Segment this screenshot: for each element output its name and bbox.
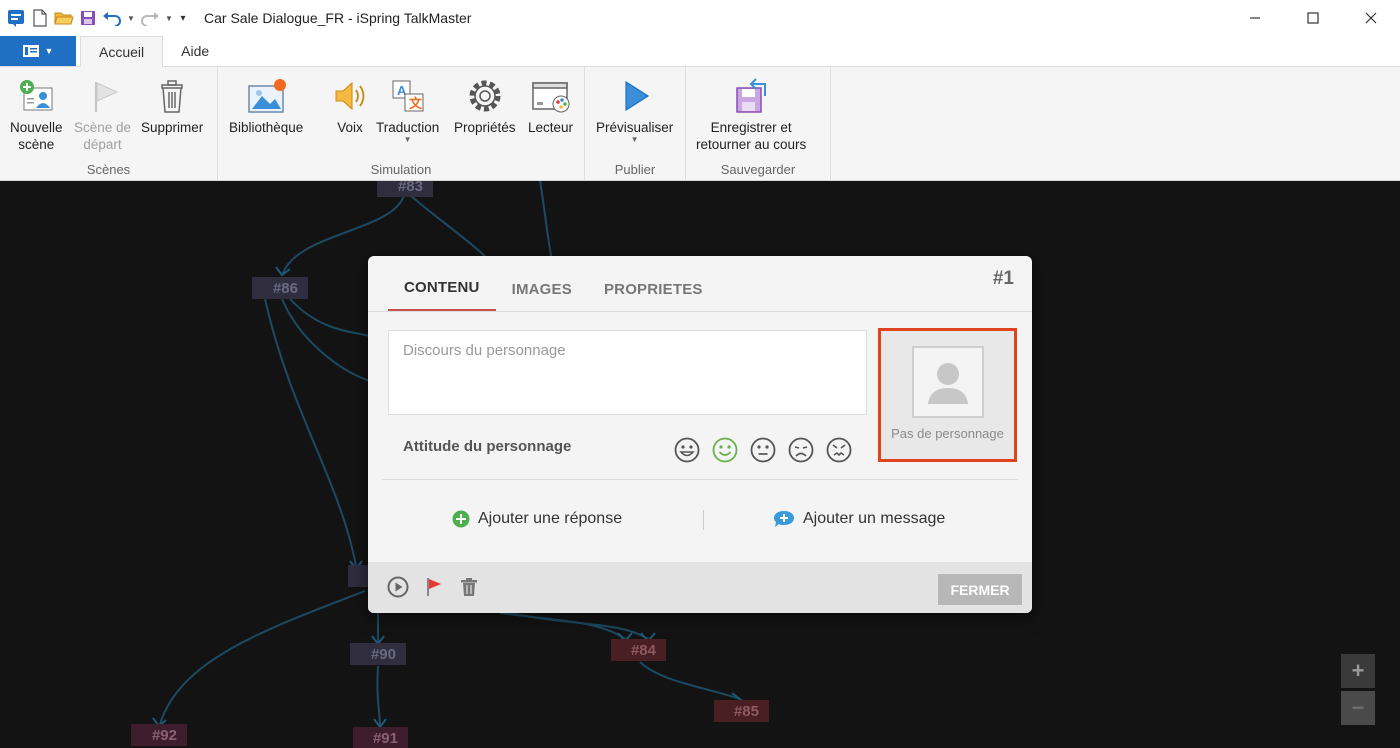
file-menu-icon <box>22 45 39 57</box>
new-scene-button[interactable]: Nouvelle scène <box>10 73 63 153</box>
gear-icon <box>463 73 507 119</box>
chevron-down-icon: ▼ <box>403 135 412 144</box>
tab-aide[interactable]: Aide <box>163 36 227 66</box>
message-bubble-icon <box>774 511 794 527</box>
add-response-button[interactable]: Ajouter une réponse <box>452 510 622 528</box>
angry-emotion-icon[interactable] <box>825 436 853 464</box>
close-icon[interactable] <box>1342 0 1400 36</box>
connection-line <box>509 612 649 640</box>
scene-node[interactable]: #90 <box>350 643 406 665</box>
save-return-button[interactable]: Enregistrer et retourner au cours <box>696 73 806 153</box>
customize-icon[interactable]: ▾ <box>178 13 188 24</box>
play-circle-icon[interactable] <box>387 576 409 598</box>
ribbon: Nouvelle scène Scène de départ Supprimer… <box>0 67 1400 181</box>
scene-node[interactable]: #85 <box>714 700 769 722</box>
redo-icon <box>140 8 160 28</box>
add-message-button[interactable]: Ajouter un message <box>773 510 945 528</box>
start-scene-button: Scène de départ <box>74 73 131 153</box>
group-save: Enregistrer et retourner au cours Sauveg… <box>686 67 831 181</box>
divider <box>368 311 1032 312</box>
app-icon[interactable] <box>6 8 26 28</box>
ribbon-tab-row: ▼ Accueil Aide <box>0 36 1400 67</box>
connection-line <box>404 190 491 262</box>
connection-line <box>159 590 366 725</box>
trash-icon[interactable] <box>458 576 480 598</box>
translate-icon: A文 <box>386 73 430 119</box>
properties-button[interactable]: Propriétés <box>454 73 516 136</box>
quick-access-toolbar: ▼ ▼ ▾ <box>0 8 188 28</box>
attitude-label: Attitude du personnage <box>403 438 572 455</box>
save-icon[interactable] <box>78 8 98 28</box>
title-bar: ▼ ▼ ▾ Car Sale Dialogue_FR - iSpring Tal… <box>0 0 1400 36</box>
save-return-icon <box>729 73 773 119</box>
scene-node[interactable]: #91 <box>353 727 408 748</box>
sad-emotion-icon[interactable] <box>787 436 815 464</box>
group-label-publish: Publier <box>614 162 656 177</box>
translation-button[interactable]: A文 Traduction ▼ <box>376 73 439 144</box>
group-simulation: Bibliothèque Voix A文 Traduction ▼ Propri… <box>218 67 585 181</box>
group-label-simulation: Simulation <box>370 162 432 177</box>
close-button[interactable]: FERMER <box>938 574 1022 605</box>
tab-contenu[interactable]: CONTENU <box>388 266 496 312</box>
speaker-icon <box>328 73 372 119</box>
voice-button[interactable]: Voix <box>328 73 372 136</box>
add-circle-icon <box>452 510 470 528</box>
group-scenes: Nouvelle scène Scène de départ Supprimer… <box>0 67 218 181</box>
smile-emotion-icon[interactable] <box>711 436 739 464</box>
new-file-icon[interactable] <box>30 8 50 28</box>
player-button[interactable]: Lecteur <box>528 73 573 136</box>
image-library-icon <box>244 73 288 119</box>
minimize-icon[interactable] <box>1226 0 1284 36</box>
scene-node[interactable]: #84 <box>611 639 666 661</box>
player-palette-icon <box>529 73 573 119</box>
window-controls <box>1226 0 1400 36</box>
happy-emotion-icon[interactable] <box>673 436 701 464</box>
connection-line <box>264 298 357 567</box>
neutral-emotion-icon[interactable] <box>749 436 777 464</box>
undo-icon[interactable] <box>102 8 122 28</box>
group-publish: Prévisualiser ▼ Publier <box>585 67 686 181</box>
play-icon <box>613 73 657 119</box>
scene-number: #1 <box>992 268 1014 289</box>
preview-button[interactable]: Prévisualiser ▼ <box>596 73 673 144</box>
window-title: Car Sale Dialogue_FR - iSpring TalkMaste… <box>204 10 472 26</box>
chevron-down-icon: ▼ <box>44 46 54 56</box>
scene-node[interactable]: #83 <box>377 181 433 197</box>
open-folder-icon[interactable] <box>54 8 74 28</box>
dialog-footer: FERMER <box>368 562 1032 613</box>
flag-icon <box>81 73 125 119</box>
scene-node[interactable]: #86 <box>252 277 308 299</box>
scene-node[interactable]: #92 <box>131 724 187 746</box>
divider <box>382 479 1018 480</box>
maximize-icon[interactable] <box>1284 0 1342 36</box>
library-button[interactable]: Bibliothèque <box>229 73 303 136</box>
divider <box>703 510 704 530</box>
tab-proprietes[interactable]: PROPRIETES <box>588 266 719 312</box>
chevron-down-icon: ▼ <box>630 135 639 144</box>
zoom-in-button[interactable]: + <box>1341 654 1375 688</box>
start-flag-icon[interactable] <box>423 576 445 598</box>
dialog-tabs: CONTENU IMAGES PROPRIETES <box>388 266 719 312</box>
svg-text:文: 文 <box>409 96 423 111</box>
group-label-scenes: Scènes <box>86 162 131 177</box>
character-placeholder-icon <box>912 346 984 418</box>
connection-line <box>281 298 371 382</box>
zoom-out-button[interactable]: − <box>1341 691 1375 725</box>
connection-line <box>539 181 553 262</box>
delete-button[interactable]: Supprimer <box>141 73 203 136</box>
tab-accueil[interactable]: Accueil <box>80 36 164 67</box>
tab-images[interactable]: IMAGES <box>496 266 588 312</box>
connection-line <box>376 665 381 727</box>
character-speech-input[interactable]: Discours du personnage <box>388 330 867 415</box>
character-caption: Pas de personnage <box>891 426 1004 441</box>
undo-dropdown-icon[interactable]: ▼ <box>126 14 136 23</box>
character-selector[interactable]: Pas de personnage <box>878 328 1017 462</box>
connection-line <box>639 661 741 700</box>
group-label-save: Sauvegarder <box>720 162 796 177</box>
trash-icon <box>150 73 194 119</box>
scene-editor-dialog: CONTENU IMAGES PROPRIETES #1 Discours du… <box>368 256 1032 613</box>
redo-dropdown-icon: ▼ <box>165 13 173 23</box>
new-scene-icon <box>14 73 58 119</box>
file-menu-button[interactable]: ▼ <box>0 36 76 66</box>
